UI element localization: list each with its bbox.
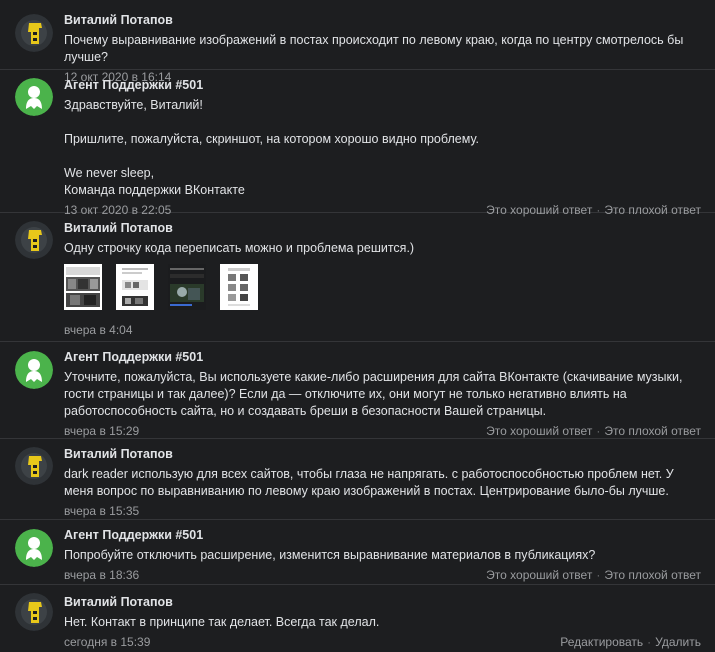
message-text: dark reader использую для всех сайтов, ч… bbox=[64, 467, 678, 498]
message-date: вчера в 15:35 bbox=[64, 504, 140, 518]
separator-dot: · bbox=[596, 568, 601, 582]
separator-dot: · bbox=[596, 424, 601, 438]
message-author[interactable]: Виталий Потапов bbox=[64, 12, 701, 28]
own-message-actions: Редактировать · Удалить bbox=[560, 634, 701, 650]
attachments bbox=[64, 264, 701, 310]
good-answer-link[interactable]: Это хороший ответ bbox=[486, 568, 592, 582]
bad-answer-link[interactable]: Это плохой ответ bbox=[604, 424, 701, 438]
message-user: Виталий Потапов Почему выравнивание изоб… bbox=[0, 0, 715, 84]
support-ticket-thread: Виталий Потапов Почему выравнивание изоб… bbox=[0, 0, 715, 652]
user-avatar-icon[interactable] bbox=[15, 221, 53, 259]
attachment-thumbnail[interactable] bbox=[64, 264, 102, 310]
separator-dot: · bbox=[647, 635, 652, 649]
message-text: Уточните, пожалуйста, Вы используете как… bbox=[64, 370, 686, 418]
attachment-thumbnail[interactable] bbox=[168, 264, 206, 310]
message-user: Виталий Потапов dark reader использую дл… bbox=[0, 439, 715, 520]
message-agent: Агент Поддержки #501 Здравствуйте, Витал… bbox=[0, 70, 715, 217]
message-author: Агент Поддержки #501 bbox=[64, 528, 204, 542]
message-author: Агент Поддержки #501 bbox=[64, 350, 204, 364]
message-user: Виталий Потапов Одну строчку кода перепи… bbox=[0, 213, 715, 342]
edit-message-link[interactable]: Редактировать bbox=[560, 635, 643, 649]
good-answer-link[interactable]: Это хороший ответ bbox=[486, 424, 592, 438]
message-author[interactable]: Виталий Потапов bbox=[64, 220, 701, 236]
message-agent: Агент Поддержки #501 Попробуйте отключит… bbox=[0, 520, 715, 585]
message-user: Виталий Потапов Нет. Контакт в принципе … bbox=[0, 585, 715, 652]
rating-actions: Это хороший ответ · Это плохой ответ bbox=[486, 423, 701, 439]
message-date: вчера в 18:36 bbox=[64, 568, 140, 582]
message-author[interactable]: Виталий Потапов bbox=[64, 446, 701, 462]
delete-message-link[interactable]: Удалить bbox=[655, 635, 701, 649]
rating-actions: Это хороший ответ · Это плохой ответ bbox=[486, 567, 701, 583]
support-agent-avatar-icon bbox=[15, 78, 53, 116]
message-author: Агент Поддержки #501 bbox=[64, 78, 204, 92]
message-agent: Агент Поддержки #501 Уточните, пожалуйст… bbox=[0, 342, 715, 439]
message-text: Одну строчку кода переписать можно и про… bbox=[64, 241, 415, 255]
message-text: Здравствуйте, Виталий! Пришлите, пожалуй… bbox=[64, 98, 479, 197]
attachment-thumbnail[interactable] bbox=[116, 264, 154, 310]
attachment-thumbnail[interactable] bbox=[220, 264, 258, 310]
message-text: Попробуйте отключить расширение, изменит… bbox=[64, 548, 596, 562]
support-agent-avatar-icon bbox=[15, 529, 53, 567]
message-text: Нет. Контакт в принципе так делает. Всег… bbox=[64, 615, 380, 629]
bad-answer-link[interactable]: Это плохой ответ bbox=[604, 568, 701, 582]
message-text: Почему выравнивание изображений в постах… bbox=[64, 33, 687, 64]
user-avatar-icon[interactable] bbox=[15, 593, 53, 631]
message-date: сегодня в 15:39 bbox=[64, 635, 151, 649]
message-date: вчера в 4:04 bbox=[64, 323, 133, 337]
user-avatar-icon[interactable] bbox=[15, 14, 53, 52]
support-agent-avatar-icon bbox=[15, 351, 53, 389]
user-avatar-icon[interactable] bbox=[15, 447, 53, 485]
message-author[interactable]: Виталий Потапов bbox=[64, 594, 701, 610]
message-date: вчера в 15:29 bbox=[64, 424, 140, 438]
